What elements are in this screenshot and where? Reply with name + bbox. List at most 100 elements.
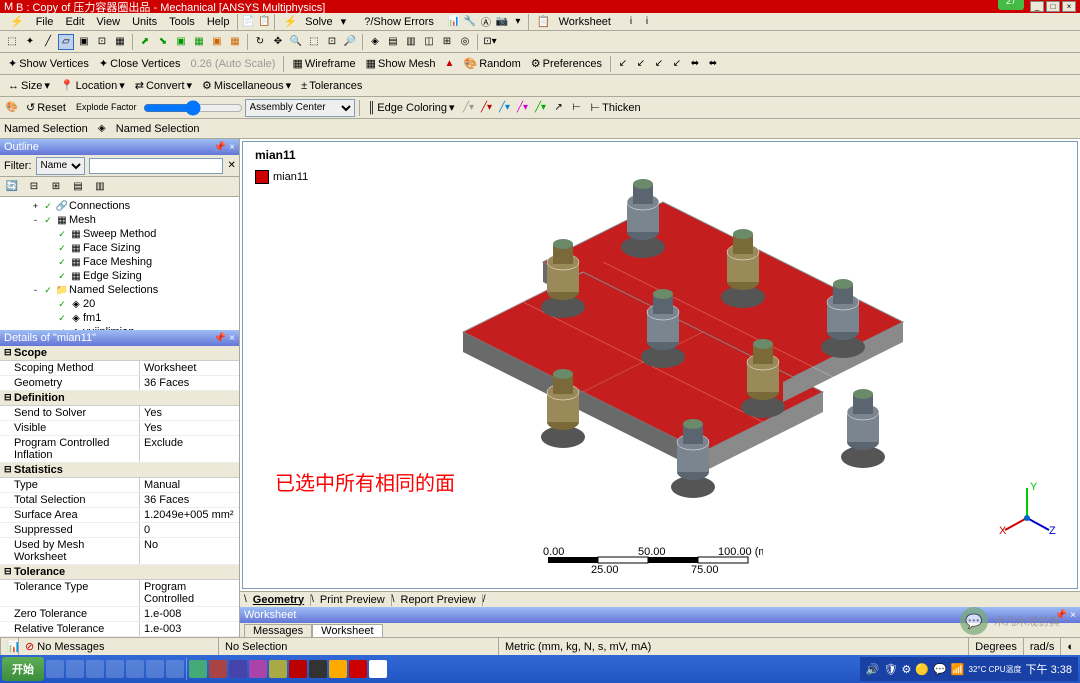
tray-icon[interactable]: 📶 bbox=[951, 663, 965, 676]
notification-badge[interactable]: 27 bbox=[998, 0, 1024, 10]
edge-icon[interactable]: ╱▾ bbox=[461, 100, 477, 116]
preferences-button[interactable]: ⚙Preferences bbox=[527, 57, 606, 70]
pin-icon[interactable]: 📌 × bbox=[214, 142, 235, 153]
tree-node-face-sizing[interactable]: ▦Face Sizing bbox=[2, 241, 237, 255]
show-errors-button[interactable]: ?/Show Errors bbox=[352, 16, 446, 28]
tree-node-edge-sizing[interactable]: ▦Edge Sizing bbox=[2, 269, 237, 283]
details-row[interactable]: TypeManual bbox=[0, 478, 239, 493]
edge-coloring-dropdown[interactable]: ║Edge Coloring ▾ bbox=[364, 101, 459, 114]
close-button[interactable]: × bbox=[1062, 1, 1076, 12]
details-section-tolerance[interactable]: ⊟Tolerance bbox=[0, 565, 239, 580]
details-row[interactable]: Relative Tolerance1.e-003 bbox=[0, 622, 239, 637]
toolbar-icon[interactable]: ⬌ bbox=[687, 56, 703, 72]
explode-slider[interactable] bbox=[143, 100, 243, 116]
rotate-icon[interactable]: ↻ bbox=[252, 34, 268, 50]
taskbar-app-icon[interactable] bbox=[289, 660, 307, 678]
start-button[interactable]: 开始 bbox=[2, 657, 44, 681]
element-icon[interactable]: ▦ bbox=[112, 34, 128, 50]
close-vertices-button[interactable]: ✦Close Vertices bbox=[95, 57, 185, 70]
zoom-icon[interactable]: 🔍 bbox=[288, 34, 304, 50]
details-row[interactable]: Suppressed0 bbox=[0, 523, 239, 538]
expand-icon[interactable]: ⊟ bbox=[26, 179, 42, 195]
tab-report-preview[interactable]: Report Preview bbox=[395, 594, 483, 606]
toolbar-icon[interactable]: 📋 bbox=[256, 14, 272, 30]
details-row[interactable]: Geometry36 Faces bbox=[0, 376, 239, 391]
toolbar-icon[interactable]: 📊 bbox=[446, 14, 462, 30]
tree-node-mesh[interactable]: -▦Mesh bbox=[2, 213, 237, 227]
taskbar-app-icon[interactable] bbox=[269, 660, 287, 678]
tab-worksheet[interactable]: Worksheet bbox=[312, 624, 382, 637]
menu-file[interactable]: File bbox=[30, 16, 60, 28]
details-row[interactable]: Tolerance TypeProgram Controlled bbox=[0, 580, 239, 607]
view-icon[interactable]: ▥ bbox=[403, 34, 419, 50]
zoom-fit-icon[interactable]: ⊡ bbox=[324, 34, 340, 50]
menu-view[interactable]: View bbox=[90, 16, 126, 28]
menu-units[interactable]: Units bbox=[126, 16, 163, 28]
toolbar-icon[interactable]: ▦ bbox=[191, 34, 207, 50]
toolbar-icon[interactable]: ▦ bbox=[227, 34, 243, 50]
pan-icon[interactable]: ✥ bbox=[270, 34, 286, 50]
taskbar-app-icon[interactable] bbox=[309, 660, 327, 678]
details-section-scope[interactable]: ⊟Scope bbox=[0, 346, 239, 361]
outline-tvirgine[interactable]: +🔗Connections-▦Mesh▦Sweep Method▦Face Si… bbox=[0, 197, 239, 330]
taskbar-app-icon[interactable] bbox=[329, 660, 347, 678]
toolbar-icon[interactable]: ↙ bbox=[615, 56, 631, 72]
details-row[interactable]: Scoping MethodWorksheet bbox=[0, 361, 239, 376]
assembly-center-select[interactable]: Assembly Center bbox=[245, 99, 355, 117]
quick-launch-icon[interactable] bbox=[126, 660, 144, 678]
refresh-icon[interactable]: 🔄 bbox=[4, 179, 20, 195]
maximize-button[interactable]: □ bbox=[1046, 1, 1060, 12]
node-icon[interactable]: ⊡ bbox=[94, 34, 110, 50]
vertex-icon[interactable]: ✦ bbox=[22, 34, 38, 50]
details-row[interactable]: Used by Mesh WorksheetNo bbox=[0, 538, 239, 565]
random-button[interactable]: 🎨Random bbox=[459, 57, 524, 70]
view-icon[interactable]: ◎ bbox=[457, 34, 473, 50]
toolbar-icon[interactable]: i bbox=[639, 14, 655, 30]
tree-node-sweep-method[interactable]: ▦Sweep Method bbox=[2, 227, 237, 241]
details-row[interactable]: VisibleYes bbox=[0, 421, 239, 436]
quick-launch-icon[interactable] bbox=[46, 660, 64, 678]
quick-launch-icon[interactable] bbox=[106, 660, 124, 678]
minimize-button[interactable]: _ bbox=[1030, 1, 1044, 12]
filter-input[interactable] bbox=[89, 158, 223, 174]
details-row[interactable]: Send to SolverYes bbox=[0, 406, 239, 421]
magnify-icon[interactable]: 🔎 bbox=[342, 34, 358, 50]
convert-dropdown[interactable]: ⇄Convert ▾ bbox=[131, 79, 196, 92]
tray-icon[interactable]: 🔊 bbox=[866, 663, 880, 676]
quick-launch-icon[interactable] bbox=[86, 660, 104, 678]
solve-button[interactable]: ⚡Solve ▾ bbox=[277, 15, 352, 28]
taskbar-app-icon[interactable] bbox=[189, 660, 207, 678]
details-row[interactable]: Total Selection36 Faces bbox=[0, 493, 239, 508]
tab-messages[interactable]: Messages bbox=[244, 624, 312, 637]
view-icon[interactable]: ▤ bbox=[385, 34, 401, 50]
tree-node-named-selections[interactable]: -📁Named Selections bbox=[2, 283, 237, 297]
named-selection-icon[interactable]: ◈ bbox=[94, 121, 110, 137]
quick-launch-icon[interactable] bbox=[166, 660, 184, 678]
tree-icon[interactable]: ▥ bbox=[92, 179, 108, 195]
edge-icon[interactable]: ╱▾ bbox=[497, 100, 513, 116]
tree-node-face-meshing[interactable]: ▦Face Meshing bbox=[2, 255, 237, 269]
thicken-button[interactable]: ⊢Thicken bbox=[587, 101, 645, 114]
view-icon[interactable]: ⊞ bbox=[439, 34, 455, 50]
tray-icon[interactable]: 🛡 bbox=[884, 663, 898, 676]
tree-icon[interactable]: ▤ bbox=[70, 179, 86, 195]
named-selection-item[interactable]: Named Selection bbox=[116, 123, 200, 135]
toolbar-icon[interactable]: ▾ bbox=[510, 14, 526, 30]
toolbar-icon[interactable]: ↙ bbox=[633, 56, 649, 72]
edge-icon[interactable]: ╱▾ bbox=[515, 100, 531, 116]
location-dropdown[interactable]: 📍Location ▾ bbox=[56, 79, 129, 92]
menu-help[interactable]: Help bbox=[201, 16, 236, 28]
face-icon[interactable]: ▱ bbox=[58, 34, 74, 50]
tray-icon[interactable]: 💬 bbox=[933, 663, 947, 676]
taskbar-app-icon[interactable] bbox=[249, 660, 267, 678]
toolbar-icon[interactable]: i bbox=[623, 14, 639, 30]
triad-icon[interactable]: Y X Z bbox=[997, 478, 1057, 538]
manage-views-icon[interactable]: ⊡▾ bbox=[482, 34, 498, 50]
taskbar-app-icon[interactable] bbox=[349, 660, 367, 678]
toolbar-icon[interactable]: ↙ bbox=[669, 56, 685, 72]
details-row[interactable]: Program Controlled InflationExclude bbox=[0, 436, 239, 463]
details-section-statistics[interactable]: ⊟Statistics bbox=[0, 463, 239, 478]
show-vertices-button[interactable]: ✦Show Vertices bbox=[4, 57, 93, 70]
toolbar-icon[interactable]: 🎨 bbox=[4, 100, 20, 116]
taskbar-app-icon[interactable] bbox=[369, 660, 387, 678]
